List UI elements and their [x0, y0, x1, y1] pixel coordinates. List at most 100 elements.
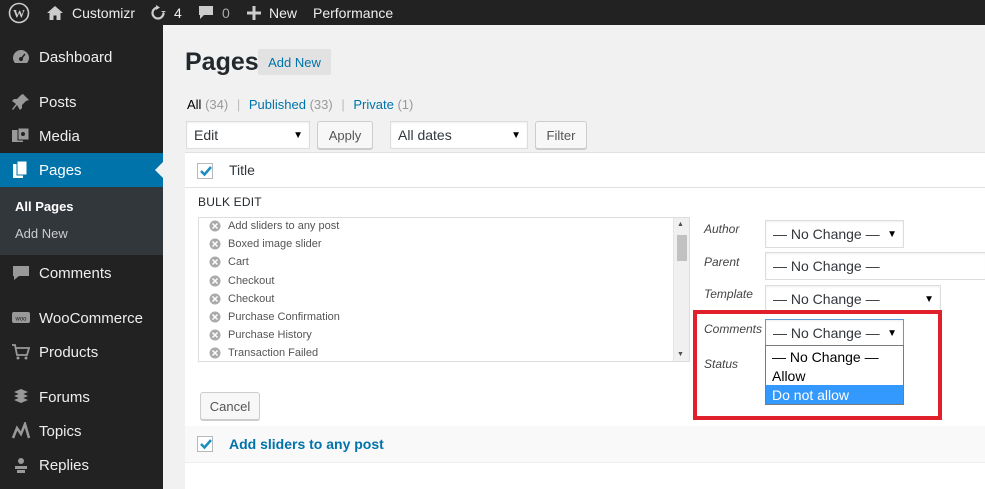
menu-label: Comments [39, 264, 112, 282]
list-scrollbar[interactable]: ▲ ▼ [673, 218, 689, 361]
cancel-button[interactable]: Cancel [200, 392, 260, 420]
remove-icon[interactable] [209, 220, 221, 232]
scroll-down-icon[interactable]: ▼ [677, 351, 684, 358]
menu-woocommerce[interactable]: woo WooCommerce [0, 301, 163, 335]
comment-icon [13, 266, 29, 280]
list-item-title: Transaction Failed [228, 347, 319, 359]
list-item: Checkout [209, 293, 274, 305]
separator: | [236, 97, 241, 112]
menu-label: Posts [39, 93, 77, 111]
admin-bar: W Customizr 4 0 New Performance [0, 0, 985, 25]
remove-icon[interactable] [209, 275, 221, 287]
table-row: Add sliders to any post [185, 426, 985, 462]
menu-dashboard[interactable]: Dashboard [0, 40, 163, 74]
updates-link[interactable]: 4 [149, 0, 182, 25]
row-checkbox[interactable] [197, 436, 213, 452]
menu-posts[interactable]: Posts [0, 85, 163, 119]
list-item: Purchase History [209, 329, 312, 341]
parent-select[interactable]: — No Change — [765, 252, 985, 280]
svg-text:W: W [13, 6, 25, 20]
remove-icon[interactable] [209, 238, 221, 250]
remove-icon[interactable] [209, 293, 221, 305]
submenu-all-pages[interactable]: All Pages [15, 199, 74, 214]
dropdown-arrow-icon: ▼ [924, 294, 934, 305]
list-item: Checkout [209, 275, 274, 287]
date-filter-select[interactable]: All dates ▼ [390, 121, 528, 149]
remove-icon[interactable] [209, 256, 221, 268]
list-item-title: Checkout [228, 275, 275, 287]
dropdown-arrow-icon: ▼ [293, 130, 303, 141]
row-title-link[interactable]: Add sliders to any post [229, 436, 384, 452]
performance-label: Performance [313, 4, 394, 21]
pushpin-icon [12, 94, 29, 110]
site-name: Customizr [72, 4, 136, 21]
template-value: — No Change — [773, 291, 880, 307]
remove-icon[interactable] [209, 329, 221, 341]
author-select[interactable]: — No Change — ▼ [765, 220, 904, 248]
menu-label: Dashboard [39, 48, 113, 66]
remove-icon[interactable] [209, 311, 221, 323]
menu-replies[interactable]: Replies [0, 448, 163, 482]
wordpress-logo-icon[interactable]: W [8, 0, 30, 25]
topics-icon [11, 422, 31, 439]
dropdown-arrow-icon: ▼ [511, 130, 521, 141]
scroll-up-icon[interactable]: ▲ [677, 221, 684, 228]
filter-published-count: (33) [309, 97, 333, 112]
bulk-action-value: Edit [194, 127, 219, 143]
current-menu-arrow [155, 162, 163, 178]
parent-value: — No Change — [773, 258, 880, 274]
replies-icon [15, 458, 27, 473]
comment-bubble-icon [199, 6, 213, 19]
filter-button[interactable]: Filter [535, 121, 587, 149]
remove-icon[interactable] [209, 347, 221, 359]
filter-published[interactable]: Published [249, 97, 306, 112]
new-content-link[interactable]: New [247, 0, 297, 25]
performance-link[interactable]: Performance [313, 0, 393, 25]
menu-pages[interactable]: Pages [0, 153, 163, 187]
menu-label: Pages [39, 161, 82, 179]
page-title: Pages [185, 48, 259, 76]
list-item-title: Add sliders to any post [228, 220, 340, 232]
scroll-thumb[interactable] [677, 235, 687, 261]
table-header: Title [185, 152, 985, 188]
menu-label: Forums [39, 388, 90, 406]
filter-all[interactable]: All [187, 97, 201, 112]
list-item: Cart [209, 256, 249, 268]
bulk-edit-legend: BULK EDIT [198, 195, 262, 209]
pages-icon [13, 161, 28, 178]
bulk-action-select[interactable]: Edit ▼ [186, 121, 310, 149]
menu-label: WooCommerce [39, 309, 143, 327]
separator: | [341, 97, 345, 112]
menu-comments[interactable]: Comments [0, 256, 163, 290]
admin-sidebar: Dashboard Posts Media Pages All Pages Ad… [0, 25, 163, 489]
menu-forums[interactable]: Forums [0, 380, 163, 414]
media-icon [12, 127, 30, 142]
title-column-header[interactable]: Title [229, 162, 255, 178]
checkmark-icon [200, 166, 212, 177]
comments-link[interactable]: 0 [198, 0, 230, 25]
checkmark-icon [200, 439, 212, 450]
menu-media[interactable]: Media [0, 119, 163, 153]
submenu-add-new[interactable]: Add New [15, 226, 68, 241]
add-new-button[interactable]: Add New [258, 49, 331, 75]
home-icon [47, 5, 63, 20]
menu-products[interactable]: Products [0, 335, 163, 369]
site-name-link[interactable]: Customizr [46, 0, 135, 25]
dropdown-arrow-icon: ▼ [887, 229, 897, 240]
filter-all-count: (34) [205, 97, 229, 112]
parent-label: Parent [704, 255, 740, 269]
select-all-checkbox[interactable] [197, 163, 213, 179]
list-item: Boxed image slider [209, 238, 322, 250]
filter-private[interactable]: Private [353, 97, 393, 112]
author-value: — No Change — [773, 226, 880, 242]
apply-button[interactable]: Apply [317, 121, 373, 149]
template-select[interactable]: — No Change — ▼ [765, 285, 941, 313]
filter-private-count: (1) [397, 97, 414, 112]
list-item-title: Purchase Confirmation [228, 311, 340, 323]
date-filter-value: All dates [398, 127, 452, 143]
menu-topics[interactable]: Topics [0, 414, 163, 448]
list-item: Purchase Confirmation [209, 311, 340, 323]
woocommerce-icon: woo [12, 312, 30, 323]
author-label: Author [704, 222, 740, 236]
svg-text:woo: woo [14, 317, 27, 323]
